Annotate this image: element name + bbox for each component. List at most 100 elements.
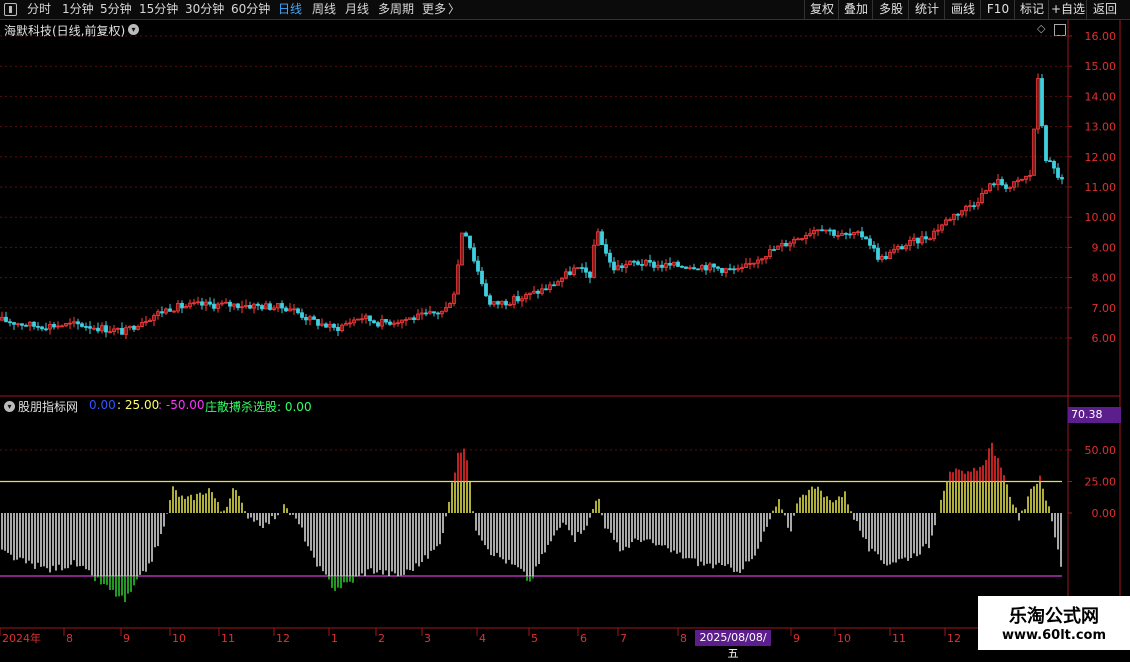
candle-body: [385, 319, 388, 322]
indicator-bar-negative: [688, 513, 690, 558]
indicator-bar-negative: [658, 513, 660, 545]
indicator-bar-negative: [313, 513, 315, 558]
candle-body: [53, 324, 56, 327]
indicator-bar-negative: [322, 513, 324, 571]
indicator-bar-negative: [535, 513, 537, 566]
candle-body: [505, 301, 508, 305]
indicator-bar-positive: [982, 482, 984, 514]
indicator-bar-negative: [742, 513, 744, 569]
indicator-menu-chevron-icon[interactable]: ▾: [4, 401, 15, 412]
indicator-bar-negative: [487, 513, 489, 549]
indicator-bar-negative: [559, 513, 561, 528]
indicator-bar-positive: [970, 482, 972, 514]
indicator-bar-positive: [175, 490, 177, 513]
candle-body: [569, 272, 572, 275]
indicator-bar-positive: [217, 502, 219, 513]
candle-body: [773, 249, 776, 250]
indicator-bar-deep: [355, 576, 357, 577]
indicator-bar-negative: [382, 513, 384, 575]
indicator-bar-negative: [112, 513, 114, 576]
indicator-bar-negative: [550, 513, 552, 541]
indicator-bar-negative: [784, 513, 786, 515]
indicator-tick-labels: 50.0025.000.00: [1085, 444, 1117, 520]
indicator-bar-negative: [763, 513, 765, 532]
indicator-bar-negative: [397, 513, 399, 576]
indicator-bar-negative: [634, 513, 636, 539]
indicator-bar-negative: [106, 513, 108, 576]
indicator-bar-positive: [199, 493, 201, 513]
indicator-bar-positive: [844, 491, 846, 513]
indicator-bar-negative: [109, 513, 111, 576]
indicator-bar-positive: [1006, 484, 1008, 513]
time-axis-label: 7: [620, 632, 627, 645]
indicator-bar-deep: [526, 576, 528, 581]
indicator-tick-label: 50.00: [1085, 444, 1117, 457]
indicator-bar-negative: [538, 513, 540, 564]
candle-body: [169, 309, 172, 311]
candle-body: [45, 329, 48, 330]
indicator-bar-positive: [208, 488, 210, 513]
indicator-bar-deep: [334, 576, 336, 591]
candle-body: [1041, 78, 1044, 125]
candle-body: [957, 214, 960, 215]
indicator-bar-deep: [103, 576, 105, 584]
indicator-bar-negative: [520, 513, 522, 569]
indicator-bar-positive: [469, 482, 471, 514]
indicator-bar-strong: [958, 470, 960, 482]
indicator-bar-positive: [976, 482, 978, 514]
price-tick-label: 10.00: [1085, 211, 1117, 224]
indicator-bar-deep: [397, 576, 399, 577]
candle-body: [845, 233, 848, 234]
indicator-bar-positive: [286, 508, 288, 513]
indicator-bar-deep: [331, 576, 333, 588]
indicator-bar-negative: [1057, 513, 1059, 549]
indicator-bar-positive: [472, 511, 474, 513]
indicator-bar-negative: [409, 513, 411, 570]
indicator-bar-strong: [979, 467, 981, 482]
candle-body: [497, 302, 500, 305]
indicator-bar-deep: [337, 576, 339, 588]
indicator-bar-negative: [355, 513, 357, 576]
indicator-bar-negative: [583, 513, 585, 530]
candle-body: [705, 266, 708, 270]
indicator-bar-deep: [106, 576, 108, 585]
indicator-bar-negative: [919, 513, 921, 555]
indicator-bar-negative: [343, 513, 345, 576]
time-axis-label: 2: [378, 632, 385, 645]
indicator-bar-negative: [613, 513, 615, 540]
indicator-bar-positive: [949, 482, 951, 514]
indicator-bar-negative: [247, 513, 249, 519]
indicator-bar-positive: [946, 482, 948, 514]
cursor-date-badge: 2025/08/08/五: [695, 630, 771, 646]
indicator-bar-positive: [1015, 507, 1017, 513]
indicator-bar-negative: [619, 513, 621, 551]
candle-body: [649, 260, 652, 262]
indicator-bar-positive: [235, 490, 237, 513]
indicator-bar-positive: [283, 504, 285, 513]
indicator-bar-negative: [1054, 513, 1056, 537]
indicator-bar-strong: [982, 465, 984, 481]
indicator-bar-strong: [961, 471, 963, 482]
indicator-tick-label: 25.00: [1085, 476, 1117, 489]
indicator-bar-positive: [211, 492, 213, 513]
candle-body: [677, 262, 680, 266]
indicator-bar-strong: [1039, 476, 1041, 482]
indicator-bar-negative: [406, 513, 408, 569]
indicator-bar-negative: [403, 513, 405, 575]
indicator-bar-positive: [187, 496, 189, 513]
indicator-bar-negative: [508, 513, 510, 560]
indicator-bar-positive: [775, 507, 777, 513]
indicator-bar-positive: [238, 496, 240, 513]
indicator-bar-deep: [130, 576, 132, 592]
indicator-bar-deep: [94, 576, 96, 581]
indicator-bar-negative: [478, 513, 480, 535]
indicator-bar-positive: [811, 487, 813, 513]
indicator-bar-negative: [574, 513, 576, 542]
indicator-bar-negative: [760, 513, 762, 542]
candle-body: [105, 326, 108, 332]
indicator-bar-negative: [697, 513, 699, 566]
price-gridlines: [0, 36, 1068, 576]
indicator-bar-negative: [64, 513, 66, 568]
candle-body: [281, 303, 284, 308]
indicator-bar-negative: [37, 513, 39, 563]
